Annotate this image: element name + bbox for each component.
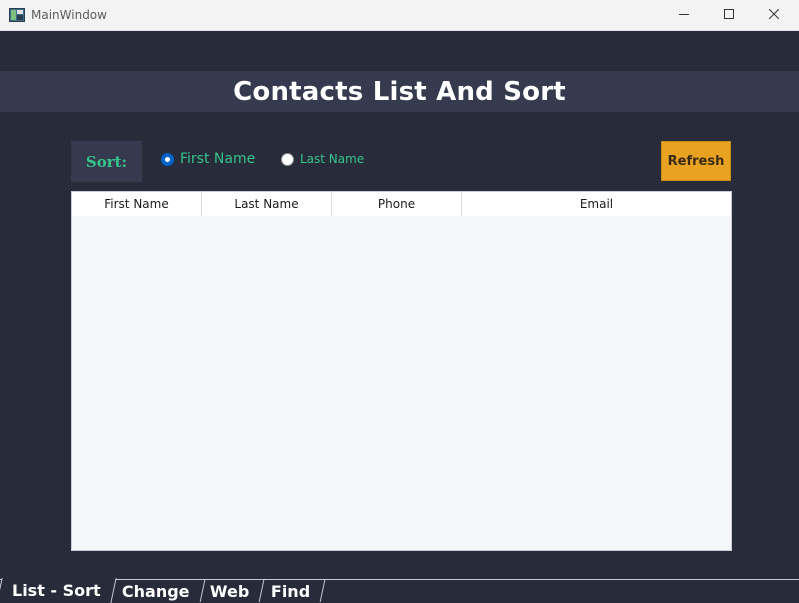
tab-label: Web xyxy=(210,581,250,601)
sort-label-box: Sort: xyxy=(71,141,142,182)
main-window: MainWindow Contacts List And Sort Sort: … xyxy=(0,0,799,603)
tab-label: List - Sort xyxy=(12,581,101,600)
minimize-button[interactable] xyxy=(661,0,707,30)
contacts-table[interactable]: First Name Last Name Phone Email xyxy=(71,191,732,551)
column-header-phone[interactable]: Phone xyxy=(332,192,462,216)
table-header: First Name Last Name Phone Email xyxy=(72,192,731,216)
column-header-email[interactable]: Email xyxy=(462,192,731,216)
maximize-icon xyxy=(724,6,734,24)
minimize-icon xyxy=(679,6,689,24)
sort-last-name-radio[interactable]: Last Name xyxy=(281,152,364,166)
radio-unchecked-indicator[interactable] xyxy=(281,152,294,166)
close-button[interactable] xyxy=(751,0,797,30)
refresh-button[interactable]: Refresh xyxy=(661,141,731,181)
column-header-last-name[interactable]: Last Name xyxy=(202,192,332,216)
sort-first-name-label[interactable]: First Name xyxy=(180,151,255,167)
close-icon xyxy=(768,6,780,24)
page-title: Contacts List And Sort xyxy=(233,76,566,107)
tab-label: Change xyxy=(121,581,190,601)
title-bar[interactable]: MainWindow xyxy=(0,0,799,31)
tab-web[interactable]: Web xyxy=(198,580,266,602)
sort-label: Sort: xyxy=(85,152,128,171)
sort-first-name-radio[interactable]: First Name xyxy=(161,151,255,167)
tab-label: Find xyxy=(270,581,310,601)
tab-list-sort[interactable]: List - Sort xyxy=(0,578,117,603)
bottom-tab-bar: List - Sort Change Web Find xyxy=(0,578,326,603)
app-window-icon xyxy=(9,8,25,22)
window-title: MainWindow xyxy=(31,8,107,22)
column-header-first-name[interactable]: First Name xyxy=(72,192,202,216)
tab-change[interactable]: Change xyxy=(110,580,205,602)
sort-last-name-label[interactable]: Last Name xyxy=(300,152,364,166)
tab-find[interactable]: Find xyxy=(259,580,326,602)
radio-checked-indicator[interactable] xyxy=(161,152,174,166)
header-banner: Contacts List And Sort xyxy=(0,71,799,112)
maximize-button[interactable] xyxy=(706,0,752,30)
